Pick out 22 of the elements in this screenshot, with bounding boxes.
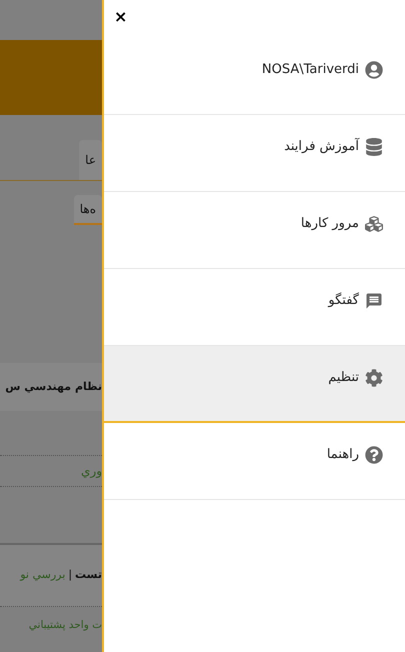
section-title: نظام مهندسي س	[5, 378, 102, 395]
field-value: وري	[81, 463, 102, 480]
unit-text: ت واحد پشتيباني	[28, 618, 102, 634]
menu-item[interactable]: تنظيم	[104, 346, 405, 423]
menu-label: گفتگو	[328, 292, 359, 310]
task-title: تست	[75, 567, 102, 584]
cubes-icon	[365, 214, 383, 233]
database-icon	[365, 138, 383, 156]
settings-icon	[365, 368, 383, 387]
task-subtitle: بررسي نو	[20, 567, 66, 584]
user-icon	[365, 60, 383, 79]
help-icon	[365, 446, 383, 464]
tab[interactable]: ه‌ها	[74, 195, 102, 225]
chat-icon	[365, 292, 383, 310]
menu-label: مرور کارها	[300, 215, 359, 233]
menu-label: راهنما	[326, 446, 359, 464]
menu-label: تنظيم	[328, 369, 359, 387]
tab[interactable]: عا	[79, 140, 102, 180]
menu-label: NOSA\Tariverdi	[262, 61, 359, 79]
separator: |	[68, 567, 72, 584]
close-button[interactable]: ×	[114, 9, 128, 25]
menu-label: آموزش فرايند	[284, 137, 359, 156]
